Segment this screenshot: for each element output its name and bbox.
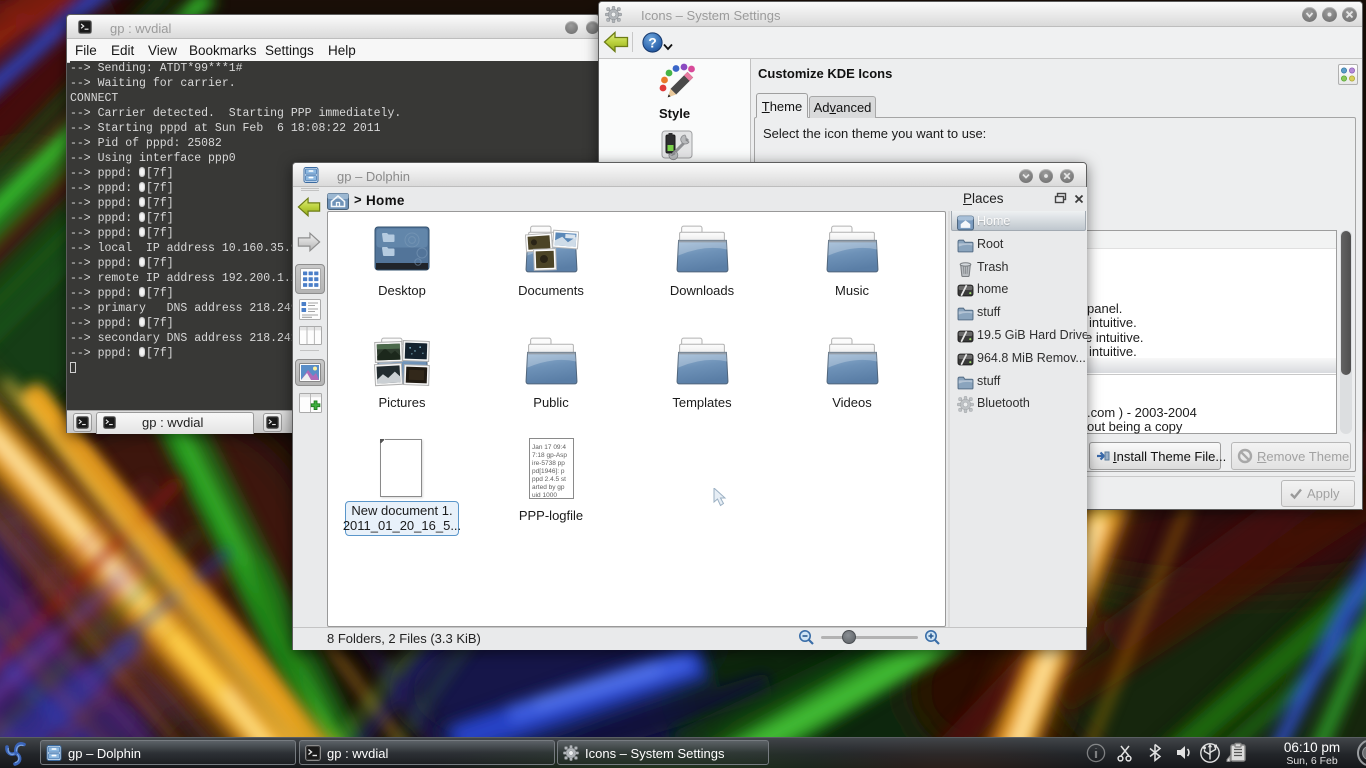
svg-text:?: ?: [648, 35, 657, 51]
